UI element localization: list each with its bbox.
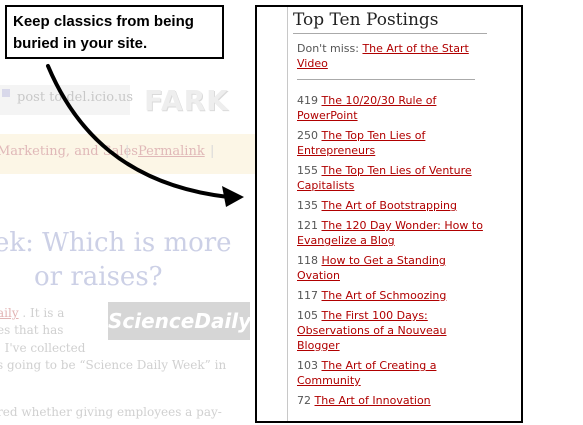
- view-count: 419: [297, 94, 318, 107]
- view-count: 118: [297, 254, 318, 267]
- view-count: 103: [297, 359, 318, 372]
- list-item: 105 The First 100 Days: Observations of …: [297, 308, 487, 353]
- posting-link[interactable]: The Art of Creating a Community: [297, 359, 436, 387]
- posting-link[interactable]: The Art of Innovation: [315, 394, 431, 407]
- posting-link[interactable]: The First 100 Days: Observations of a No…: [297, 309, 446, 352]
- list-item: 155 The Top Ten Lies of Venture Capitali…: [297, 163, 487, 193]
- top-postings-list: 419 The 10/20/30 Rule of PowerPoint 250 …: [297, 93, 487, 413]
- list-item: 72 The Art of Innovation: [297, 393, 487, 408]
- posting-link[interactable]: The Top Ten Lies of Venture Capitalists: [297, 164, 472, 192]
- view-count: 250: [297, 129, 318, 142]
- panel-title: Top Ten Postings: [293, 10, 439, 30]
- view-count: 121: [297, 219, 318, 232]
- panel-divider: [287, 7, 288, 421]
- dont-miss: Don't miss: The Art of the Start Video: [297, 41, 487, 71]
- list-item: 135 The Art of Bootstrapping: [297, 198, 487, 213]
- list-item: 117 The Art of Schmoozing: [297, 288, 487, 303]
- dont-miss-label: Don't miss:: [297, 42, 359, 55]
- list-item: 419 The 10/20/30 Rule of PowerPoint: [297, 93, 487, 123]
- posting-link[interactable]: How to Get a Standing Ovation: [297, 254, 446, 282]
- posting-link[interactable]: The Art of Schmoozing: [322, 289, 447, 302]
- divider: [297, 79, 475, 80]
- view-count: 135: [297, 199, 318, 212]
- posting-link[interactable]: The 120 Day Wonder: How to Evangelize a …: [297, 219, 483, 247]
- top-ten-panel: Top Ten Postings Don't miss: The Art of …: [255, 5, 523, 423]
- view-count: 72: [297, 394, 311, 407]
- view-count: 155: [297, 164, 318, 177]
- divider: [293, 33, 487, 34]
- view-count: 105: [297, 309, 318, 322]
- posting-link[interactable]: The Art of Bootstrapping: [322, 199, 458, 212]
- list-item: 103 The Art of Creating a Community: [297, 358, 487, 388]
- list-item: 250 The Top Ten Lies of Entrepreneurs: [297, 128, 487, 158]
- list-item: 121 The 120 Day Wonder: How to Evangeliz…: [297, 218, 487, 248]
- list-item: 118 How to Get a Standing Ovation: [297, 253, 487, 283]
- posting-link[interactable]: The 10/20/30 Rule of PowerPoint: [297, 94, 436, 122]
- view-count: 117: [297, 289, 318, 302]
